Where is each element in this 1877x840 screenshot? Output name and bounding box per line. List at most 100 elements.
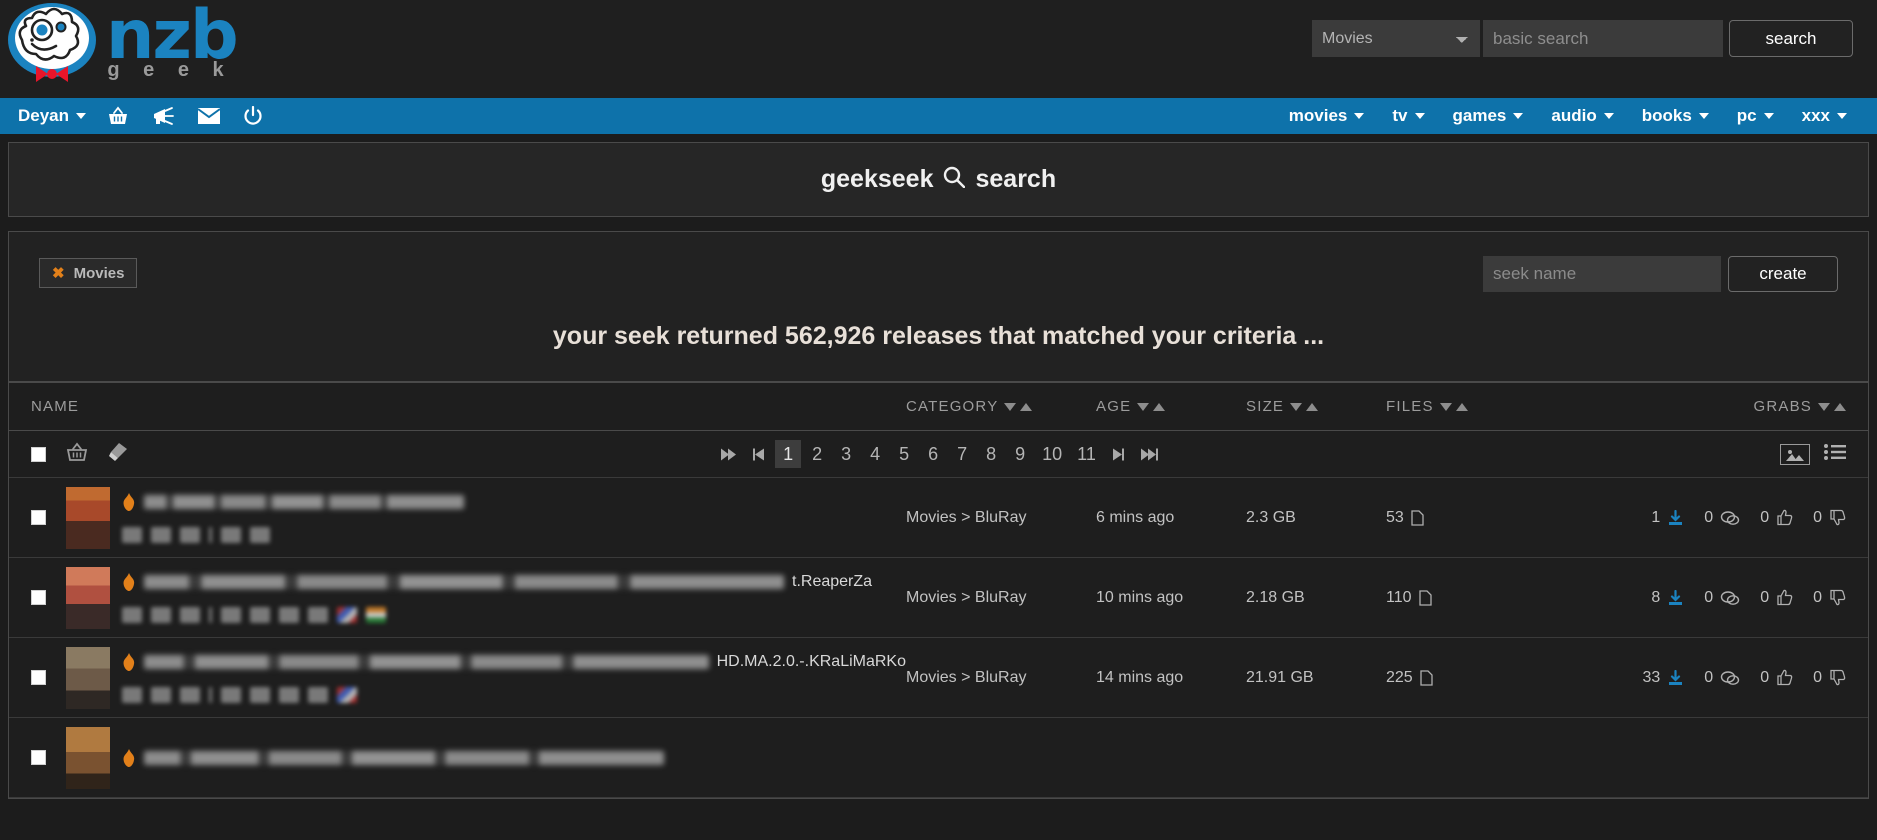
pagination-page-7[interactable]: 7: [949, 440, 975, 468]
flag-icon[interactable]: [180, 606, 200, 623]
pagination-page-8[interactable]: 8: [978, 440, 1004, 468]
list-view-icon[interactable]: [1824, 443, 1846, 465]
info-icon[interactable]: [221, 686, 241, 703]
sort-asc-icon[interactable]: [1455, 402, 1468, 411]
pagination-page-2[interactable]: 2: [804, 440, 830, 468]
nzb-download-icon[interactable]: [122, 686, 142, 703]
search-button[interactable]: search: [1729, 20, 1853, 57]
flag-icon[interactable]: [180, 686, 200, 703]
sort-desc-icon[interactable]: [1137, 402, 1150, 411]
highlighter-icon[interactable]: [106, 441, 130, 468]
row-select-checkbox[interactable]: [31, 510, 46, 525]
table-row[interactable]: Movies > BluRay 6 mins ago 2.3 GB 53 1 0…: [9, 478, 1868, 558]
cart-icon[interactable]: [151, 526, 171, 543]
release-thumbnail[interactable]: [66, 646, 110, 709]
nav-item-books[interactable]: books: [1628, 106, 1723, 126]
sort-asc-icon[interactable]: [1153, 402, 1166, 411]
sort-asc-icon[interactable]: [1306, 402, 1319, 411]
site-logo[interactable]: nzb g e e k: [0, 0, 239, 88]
audio-icon[interactable]: [308, 606, 328, 623]
comment-icon: [1720, 590, 1740, 605]
column-header-category[interactable]: CATEGORY: [906, 398, 1096, 415]
select-all-checkbox[interactable]: [31, 446, 46, 462]
column-header-grabs[interactable]: GRABS: [1516, 398, 1846, 415]
nav-item-pc[interactable]: pc: [1723, 106, 1788, 126]
release-name-cell: [66, 726, 1846, 789]
imdb-icon[interactable]: [250, 526, 270, 543]
pagination-page-1[interactable]: 1: [775, 440, 802, 468]
pagination-next[interactable]: [1105, 440, 1131, 468]
nav-item-movies[interactable]: movies: [1275, 106, 1379, 126]
sort-desc-icon[interactable]: [1290, 402, 1303, 411]
sort-desc-icon[interactable]: [1004, 402, 1017, 411]
row-select-checkbox[interactable]: [31, 590, 46, 605]
nzb-download-icon[interactable]: [122, 606, 142, 623]
sort-arrows[interactable]: [1439, 402, 1468, 411]
add-to-cart-icon[interactable]: [66, 442, 88, 467]
nav-item-audio[interactable]: audio: [1537, 106, 1627, 126]
row-select-checkbox[interactable]: [31, 670, 46, 685]
imdb-icon[interactable]: [250, 606, 270, 623]
sort-asc-icon[interactable]: [1834, 402, 1846, 411]
release-thumbnail[interactable]: [66, 566, 110, 629]
basket-icon[interactable]: [96, 106, 140, 126]
release-title[interactable]: [144, 750, 664, 765]
pagination-page-11[interactable]: 11: [1071, 440, 1102, 468]
column-header-files[interactable]: FILES: [1386, 398, 1516, 415]
power-icon[interactable]: [232, 106, 274, 126]
remove-filter-icon[interactable]: ✖: [52, 264, 65, 282]
pagination-page-5[interactable]: 5: [891, 440, 917, 468]
filter-chip-movies[interactable]: ✖ Movies: [39, 258, 138, 288]
covers-view-icon[interactable]: [1780, 443, 1810, 465]
user-menu[interactable]: Deyan: [8, 106, 96, 126]
seek-name-input[interactable]: [1483, 256, 1721, 292]
cart-icon[interactable]: [151, 686, 171, 703]
video-icon[interactable]: [279, 606, 299, 623]
flag-icon[interactable]: [180, 526, 200, 543]
audio-icon[interactable]: [308, 686, 328, 703]
pagination-last[interactable]: [1134, 440, 1164, 468]
separator: [209, 606, 212, 623]
info-icon[interactable]: [221, 526, 241, 543]
sort-desc-icon[interactable]: [1439, 402, 1452, 411]
release-title[interactable]: [144, 494, 464, 509]
sort-arrows[interactable]: [1290, 402, 1319, 411]
table-row[interactable]: t.ReaperZa Movies > BluRay 10 mins ago 2…: [9, 558, 1868, 638]
envelope-icon[interactable]: [186, 107, 232, 125]
release-files: 53: [1386, 509, 1516, 527]
imdb-icon[interactable]: [250, 686, 270, 703]
cart-icon[interactable]: [151, 606, 171, 623]
create-button[interactable]: create: [1728, 256, 1838, 292]
table-row[interactable]: [9, 718, 1868, 798]
search-category-select[interactable]: Movies: [1312, 20, 1480, 57]
release-title[interactable]: [144, 654, 709, 669]
pagination-first[interactable]: [713, 440, 743, 468]
sort-arrows[interactable]: [1818, 402, 1846, 411]
nzbgeek-mascot-icon: [8, 3, 96, 82]
release-thumbnail[interactable]: [66, 486, 110, 549]
pagination-page-4[interactable]: 4: [862, 440, 888, 468]
megaphone-icon[interactable]: [140, 106, 186, 126]
sort-desc-icon[interactable]: [1818, 402, 1830, 411]
sort-arrows[interactable]: [1137, 402, 1166, 411]
nzb-download-icon[interactable]: [122, 526, 142, 543]
release-title[interactable]: [144, 574, 784, 589]
pagination-page-6[interactable]: 6: [920, 440, 946, 468]
pagination-prev[interactable]: [746, 440, 772, 468]
video-icon[interactable]: [279, 686, 299, 703]
search-input[interactable]: [1483, 20, 1723, 57]
pagination-page-9[interactable]: 9: [1007, 440, 1033, 468]
column-header-age[interactable]: AGE: [1096, 398, 1246, 415]
column-header-size[interactable]: SIZE: [1246, 398, 1386, 415]
nav-item-tv[interactable]: tv: [1378, 106, 1438, 126]
info-icon[interactable]: [221, 606, 241, 623]
row-select-checkbox[interactable]: [31, 750, 46, 765]
release-thumbnail[interactable]: [66, 726, 110, 789]
nav-item-games[interactable]: games: [1439, 106, 1538, 126]
pagination-page-10[interactable]: 10: [1036, 440, 1068, 468]
nav-item-xxx[interactable]: xxx: [1788, 106, 1861, 126]
sort-asc-icon[interactable]: [1020, 402, 1033, 411]
sort-arrows[interactable]: [1004, 402, 1033, 411]
pagination-page-3[interactable]: 3: [833, 440, 859, 468]
table-row[interactable]: HD.MA.2.0.-.KRaLiMaRKo Movies > BluRay 1…: [9, 638, 1868, 718]
